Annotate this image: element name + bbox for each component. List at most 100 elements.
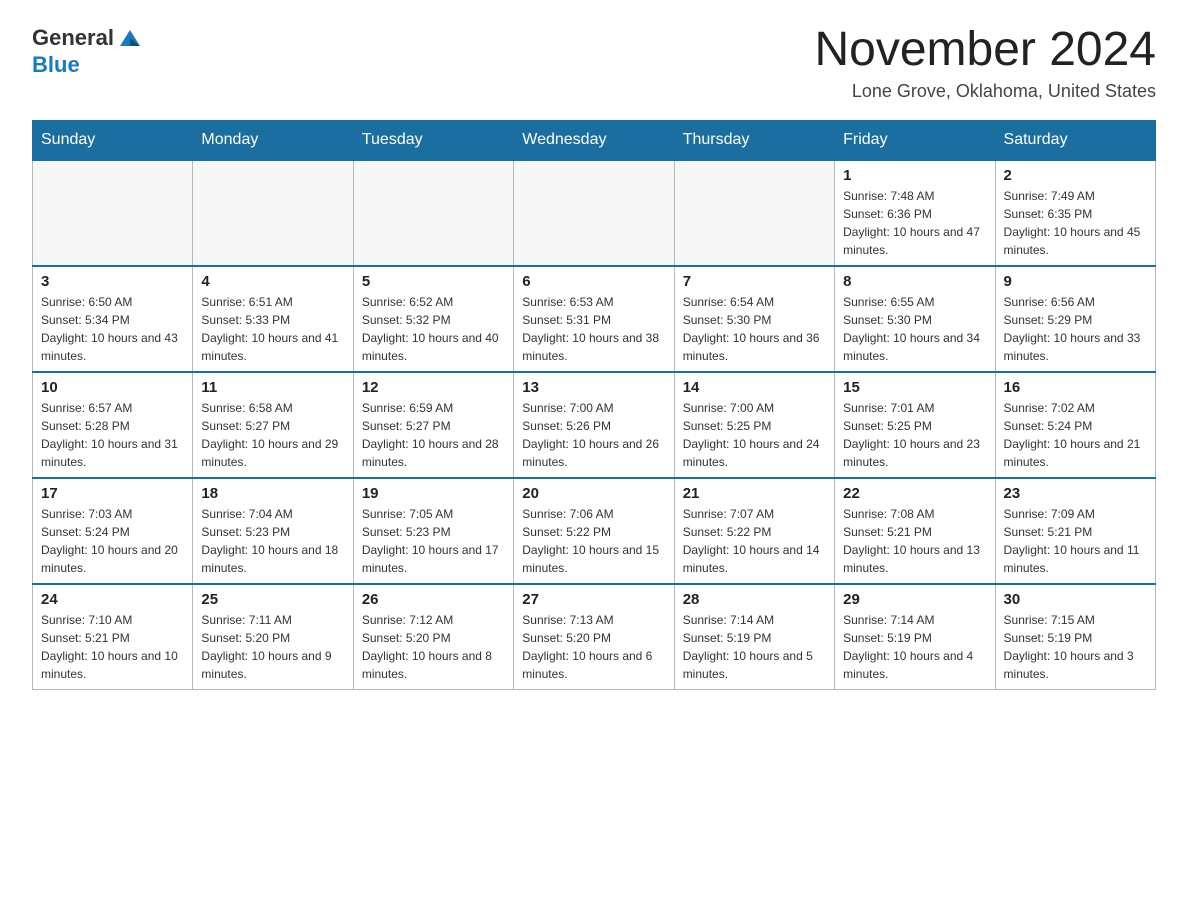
calendar-cell: 2 Sunrise: 7:49 AMSunset: 6:35 PMDaylight…	[995, 160, 1155, 266]
calendar-cell: 16Sunrise: 7:02 AMSunset: 5:24 PMDayligh…	[995, 372, 1155, 478]
day-number: 6	[522, 273, 665, 290]
day-number: 3	[41, 273, 184, 290]
day-info: Sunrise: 7:00 AMSunset: 5:25 PMDaylight:…	[683, 399, 826, 471]
calendar-cell: 24Sunrise: 7:10 AMSunset: 5:21 PMDayligh…	[33, 584, 193, 690]
day-info: Sunrise: 7:48 AMSunset: 6:36 PMDaylight:…	[843, 187, 986, 259]
day-number: 23	[1004, 485, 1147, 502]
day-number: 19	[362, 485, 505, 502]
day-number: 12	[362, 379, 505, 396]
title-block: November 2024 Lone Grove, Oklahoma, Unit…	[814, 24, 1156, 102]
calendar-cell: 28Sunrise: 7:14 AMSunset: 5:19 PMDayligh…	[674, 584, 834, 690]
day-info: Sunrise: 6:53 AMSunset: 5:31 PMDaylight:…	[522, 293, 665, 365]
calendar-cell: 10 Sunrise: 6:57 AMSunset: 5:28 PMDayligh…	[33, 372, 193, 478]
day-number: 20	[522, 485, 665, 502]
calendar-cell: 9 Sunrise: 6:56 AMSunset: 5:29 PMDaylight…	[995, 266, 1155, 372]
day-number: 18	[201, 485, 344, 502]
calendar-week-row: 24Sunrise: 7:10 AMSunset: 5:21 PMDayligh…	[33, 584, 1156, 690]
calendar-header-sunday: Sunday	[33, 120, 193, 160]
month-title: November 2024	[814, 24, 1156, 77]
day-info: Sunrise: 7:07 AMSunset: 5:22 PMDaylight:…	[683, 505, 826, 577]
day-number: 4	[201, 273, 344, 290]
day-number: 30	[1004, 591, 1147, 608]
calendar-cell: 3 Sunrise: 6:50 AMSunset: 5:34 PMDaylight…	[33, 266, 193, 372]
calendar-header-saturday: Saturday	[995, 120, 1155, 160]
calendar-header-monday: Monday	[193, 120, 353, 160]
day-info: Sunrise: 7:14 AMSunset: 5:19 PMDaylight:…	[843, 611, 986, 683]
day-info: Sunrise: 7:14 AMSunset: 5:19 PMDaylight:…	[683, 611, 826, 683]
calendar-week-row: 17 Sunrise: 7:03 AMSunset: 5:24 PMDayligh…	[33, 478, 1156, 584]
day-info: Sunrise: 6:57 AMSunset: 5:28 PMDaylight:…	[41, 399, 184, 471]
day-number: 2	[1004, 167, 1147, 184]
day-number: 7	[683, 273, 826, 290]
calendar-cell: 27Sunrise: 7:13 AMSunset: 5:20 PMDayligh…	[514, 584, 674, 690]
calendar-cell: 15 Sunrise: 7:01 AMSunset: 5:25 PMDayligh…	[835, 372, 995, 478]
day-info: Sunrise: 7:49 AMSunset: 6:35 PMDaylight:…	[1004, 187, 1147, 259]
day-info: Sunrise: 7:00 AMSunset: 5:26 PMDaylight:…	[522, 399, 665, 471]
day-info: Sunrise: 7:05 AMSunset: 5:23 PMDaylight:…	[362, 505, 505, 577]
day-number: 15	[843, 379, 986, 396]
calendar-cell: 21 Sunrise: 7:07 AMSunset: 5:22 PMDayligh…	[674, 478, 834, 584]
day-info: Sunrise: 7:06 AMSunset: 5:22 PMDaylight:…	[522, 505, 665, 577]
calendar-cell: 13 Sunrise: 7:00 AMSunset: 5:26 PMDayligh…	[514, 372, 674, 478]
calendar-week-row: 10 Sunrise: 6:57 AMSunset: 5:28 PMDayligh…	[33, 372, 1156, 478]
day-info: Sunrise: 7:04 AMSunset: 5:23 PMDaylight:…	[201, 505, 344, 577]
day-info: Sunrise: 7:03 AMSunset: 5:24 PMDaylight:…	[41, 505, 184, 577]
calendar-cell: 12 Sunrise: 6:59 AMSunset: 5:27 PMDayligh…	[353, 372, 513, 478]
calendar-cell	[514, 160, 674, 266]
day-number: 22	[843, 485, 986, 502]
calendar-cell	[674, 160, 834, 266]
calendar-cell: 5 Sunrise: 6:52 AMSunset: 5:32 PMDaylight…	[353, 266, 513, 372]
day-info: Sunrise: 7:01 AMSunset: 5:25 PMDaylight:…	[843, 399, 986, 471]
day-info: Sunrise: 7:08 AMSunset: 5:21 PMDaylight:…	[843, 505, 986, 577]
calendar-cell: 23 Sunrise: 7:09 AMSunset: 5:21 PMDayligh…	[995, 478, 1155, 584]
day-info: Sunrise: 7:15 AMSunset: 5:19 PMDaylight:…	[1004, 611, 1147, 683]
calendar-header-friday: Friday	[835, 120, 995, 160]
calendar-header-thursday: Thursday	[674, 120, 834, 160]
calendar-cell: 30 Sunrise: 7:15 AMSunset: 5:19 PMDayligh…	[995, 584, 1155, 690]
calendar-cell: 17 Sunrise: 7:03 AMSunset: 5:24 PMDayligh…	[33, 478, 193, 584]
calendar-week-row: 1 Sunrise: 7:48 AMSunset: 6:36 PMDaylight…	[33, 160, 1156, 266]
calendar-cell: 22 Sunrise: 7:08 AMSunset: 5:21 PMDayligh…	[835, 478, 995, 584]
day-number: 17	[41, 485, 184, 502]
day-number: 13	[522, 379, 665, 396]
day-info: Sunrise: 6:55 AMSunset: 5:30 PMDaylight:…	[843, 293, 986, 365]
day-number: 29	[843, 591, 986, 608]
day-info: Sunrise: 6:52 AMSunset: 5:32 PMDaylight:…	[362, 293, 505, 365]
calendar-cell: 20 Sunrise: 7:06 AMSunset: 5:22 PMDayligh…	[514, 478, 674, 584]
day-info: Sunrise: 7:11 AMSunset: 5:20 PMDaylight:…	[201, 611, 344, 683]
day-number: 24	[41, 591, 184, 608]
calendar-cell: 18 Sunrise: 7:04 AMSunset: 5:23 PMDayligh…	[193, 478, 353, 584]
calendar-cell: 19 Sunrise: 7:05 AMSunset: 5:23 PMDayligh…	[353, 478, 513, 584]
calendar-cell	[193, 160, 353, 266]
day-number: 21	[683, 485, 826, 502]
calendar-header-wednesday: Wednesday	[514, 120, 674, 160]
day-number: 16	[1004, 379, 1147, 396]
day-info: Sunrise: 6:56 AMSunset: 5:29 PMDaylight:…	[1004, 293, 1147, 365]
day-number: 8	[843, 273, 986, 290]
calendar-cell: 1 Sunrise: 7:48 AMSunset: 6:36 PMDaylight…	[835, 160, 995, 266]
calendar-cell: 8 Sunrise: 6:55 AMSunset: 5:30 PMDaylight…	[835, 266, 995, 372]
day-info: Sunrise: 7:09 AMSunset: 5:21 PMDaylight:…	[1004, 505, 1147, 577]
day-info: Sunrise: 6:59 AMSunset: 5:27 PMDaylight:…	[362, 399, 505, 471]
page-header: General Blue November 2024 Lone Grove, O…	[32, 24, 1156, 102]
day-info: Sunrise: 6:50 AMSunset: 5:34 PMDaylight:…	[41, 293, 184, 365]
day-info: Sunrise: 7:13 AMSunset: 5:20 PMDaylight:…	[522, 611, 665, 683]
day-info: Sunrise: 6:54 AMSunset: 5:30 PMDaylight:…	[683, 293, 826, 365]
day-number: 5	[362, 273, 505, 290]
calendar-cell: 26Sunrise: 7:12 AMSunset: 5:20 PMDayligh…	[353, 584, 513, 690]
day-number: 11	[201, 379, 344, 396]
day-number: 10	[41, 379, 184, 396]
logo-text-general: General	[32, 25, 114, 51]
calendar-cell: 4Sunrise: 6:51 AMSunset: 5:33 PMDaylight…	[193, 266, 353, 372]
day-number: 9	[1004, 273, 1147, 290]
location-title: Lone Grove, Oklahoma, United States	[814, 81, 1156, 102]
calendar-header-row: SundayMondayTuesdayWednesdayThursdayFrid…	[33, 120, 1156, 160]
calendar-cell	[33, 160, 193, 266]
day-number: 1	[843, 167, 986, 184]
calendar-week-row: 3 Sunrise: 6:50 AMSunset: 5:34 PMDaylight…	[33, 266, 1156, 372]
logo-triangle-icon	[116, 24, 144, 52]
calendar-cell: 25Sunrise: 7:11 AMSunset: 5:20 PMDayligh…	[193, 584, 353, 690]
day-number: 26	[362, 591, 505, 608]
calendar-header-tuesday: Tuesday	[353, 120, 513, 160]
logo-text-blue: Blue	[32, 52, 80, 78]
